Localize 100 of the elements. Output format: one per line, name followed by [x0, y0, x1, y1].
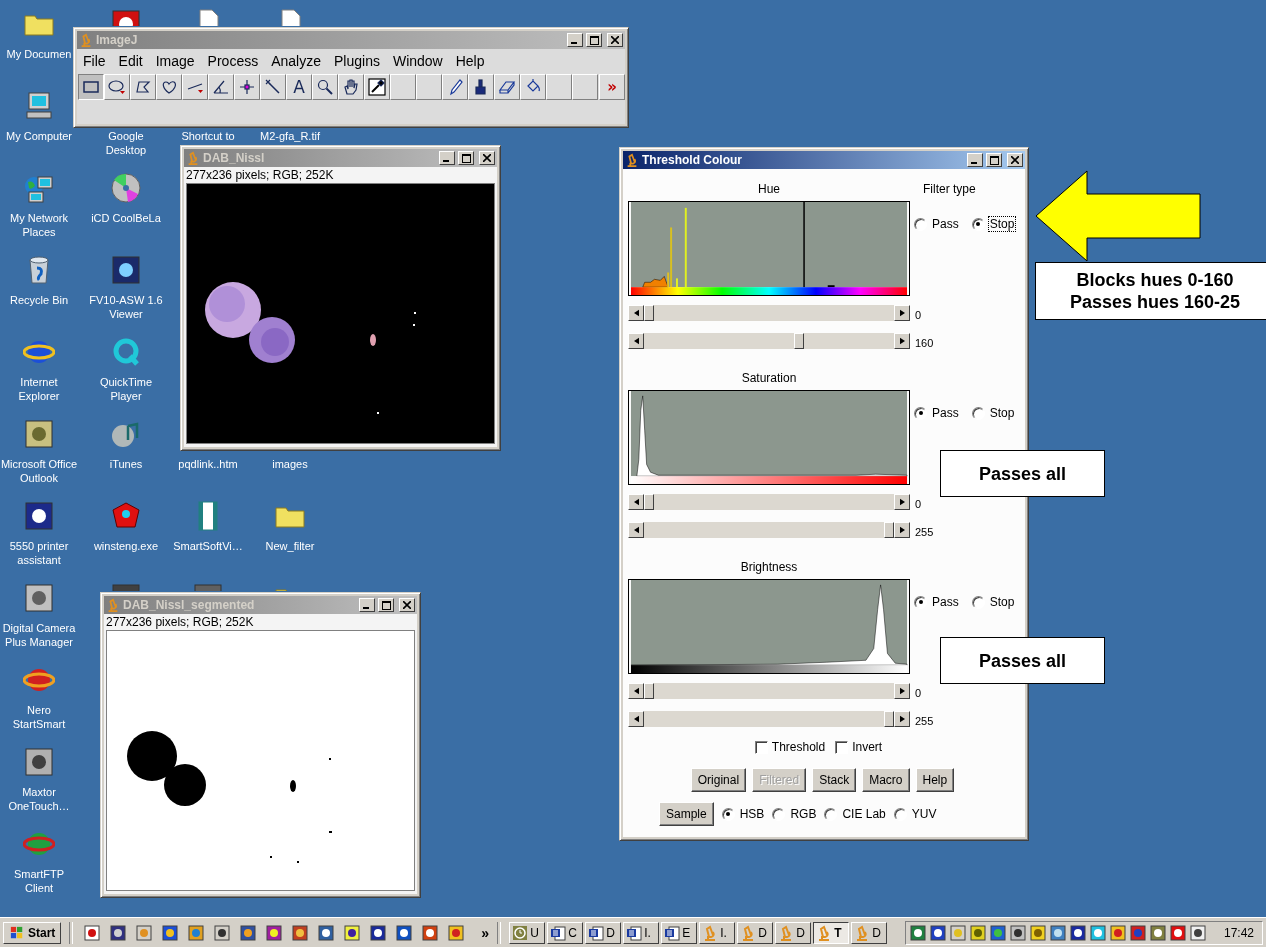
desktop-icon-label[interactable]: iCD CoolBeLa [91, 211, 161, 225]
desktop-icon-label[interactable]: iTunes [109, 457, 143, 471]
menu-item[interactable]: Analyze [271, 53, 321, 69]
menu-item[interactable]: Help [455, 53, 485, 69]
scroll-right-button[interactable] [894, 305, 910, 321]
menu-item[interactable]: Image [155, 53, 195, 69]
desktop-icon-label[interactable]: Internet Explorer [0, 375, 78, 403]
left-arrow-icon [633, 498, 639, 506]
menu-item[interactable]: File [83, 53, 106, 69]
scroll-right-button[interactable] [894, 333, 910, 349]
minimize-button[interactable] [967, 153, 983, 167]
toolbar-button[interactable]: A [286, 74, 312, 100]
desktop-icon-label[interactable]: My Documen [6, 47, 72, 61]
maximize-button[interactable] [586, 33, 602, 47]
toolbar-button[interactable]: » [599, 74, 625, 100]
sample-button[interactable]: Sample [659, 802, 714, 826]
toolbar-button[interactable] [78, 74, 104, 100]
taskbar-button[interactable]: T [813, 921, 850, 944]
radio-label[interactable]: Stop [988, 595, 1016, 609]
more-chevron[interactable]: » [481, 924, 490, 941]
radio-button[interactable] [971, 217, 985, 231]
taskbar-button[interactable]: U [509, 921, 546, 944]
desktop-icon-label[interactable]: My Network Places [0, 211, 78, 239]
desktop-icon-label[interactable]: Digital Camera Plus Manager [0, 621, 78, 649]
radio-label[interactable]: CIE Lab [841, 807, 887, 821]
scroll-left-button[interactable] [628, 305, 644, 321]
disc-icon[interactable] [110, 172, 142, 204]
slider-thumb[interactable] [644, 494, 654, 510]
slider-value: 255 [914, 525, 935, 538]
scroll-left-button[interactable] [628, 494, 644, 510]
taskbar-button[interactable]: D [775, 921, 812, 944]
taskbar-button[interactable]: D [585, 921, 622, 944]
desktop-icon-label[interactable]: Microsoft Office Outlook [0, 457, 78, 485]
scroll-right-button[interactable] [894, 522, 910, 538]
menu-item[interactable]: Plugins [334, 53, 380, 69]
close-button[interactable] [1007, 153, 1023, 167]
desktop-icon-label[interactable]: Nero StartSmart [0, 703, 78, 731]
desktop-icon-label[interactable]: Recycle Bin [9, 293, 69, 307]
action-button[interactable]: Help [915, 768, 955, 792]
radio-label[interactable]: RGB [789, 807, 818, 821]
close-button[interactable] [399, 598, 415, 612]
maximize-button[interactable] [458, 151, 474, 165]
slider-thumb[interactable] [644, 305, 654, 321]
close-button[interactable] [607, 33, 623, 47]
maximize-button[interactable] [378, 598, 394, 612]
radio-label[interactable]: Stop [988, 406, 1016, 420]
desktop-icon-label[interactable]: SmartFTP Client [0, 867, 78, 895]
desktop-icon-label[interactable]: images [272, 457, 308, 471]
start-button[interactable]: Start [3, 921, 62, 944]
taskbar-button[interactable]: D [851, 921, 888, 944]
maximize-icon [461, 153, 471, 163]
taskbar-button[interactable]: C [547, 921, 584, 944]
action-button[interactable]: Stack [812, 768, 857, 792]
taskbar-button[interactable]: D [737, 921, 774, 944]
desktop-icon-label[interactable]: Shortcut to [181, 129, 235, 143]
minimize-button[interactable] [439, 151, 455, 165]
scroll-right-button[interactable] [894, 683, 910, 699]
scroll-left-button[interactable] [628, 711, 644, 727]
scroll-left-button[interactable] [628, 333, 644, 349]
radio-label[interactable]: YUV [910, 807, 938, 821]
slider-thumb[interactable] [644, 683, 654, 699]
minimize-button[interactable] [359, 598, 375, 612]
menu-item[interactable]: Window [392, 53, 443, 69]
taskbar-button[interactable]: I. [623, 921, 660, 944]
computer-icon[interactable] [23, 90, 55, 122]
scroll-left-button[interactable] [628, 683, 644, 699]
checkbox-label[interactable]: Threshold [771, 740, 826, 754]
desktop-icon-label[interactable]: pqdlink..htm [178, 457, 238, 471]
slider-thumb[interactable] [794, 333, 805, 349]
desktop-icon-label[interactable]: My Computer [6, 129, 72, 143]
desktop-icon-label[interactable]: New_filter [265, 539, 315, 553]
radio-label[interactable]: Stop [988, 217, 1016, 231]
radio-label[interactable]: Pass [931, 217, 960, 231]
close-button[interactable] [479, 151, 495, 165]
scroll-right-button[interactable] [894, 711, 910, 727]
desktop-icon-label[interactable]: winsteng.exe [93, 539, 159, 553]
action-button[interactable]: Macro [862, 768, 910, 792]
slider-thumb[interactable] [884, 711, 894, 727]
desktop-icon-label[interactable]: 5550 printer assistant [0, 539, 78, 567]
left-arrow-icon [633, 715, 639, 723]
checkbox-label[interactable]: Invert [852, 740, 883, 754]
desktop-icon-label[interactable]: FV10-ASW 1.6 Viewer [87, 293, 165, 321]
scroll-left-button[interactable] [628, 522, 644, 538]
desktop-icon-label[interactable]: M2-gfa_R.tif [260, 129, 320, 143]
desktop-icon-label[interactable]: Google Desktop [87, 129, 165, 157]
menu-item[interactable]: Process [207, 53, 259, 69]
desktop-icon-label[interactable]: SmartSoftVi… [173, 539, 243, 553]
scroll-right-button[interactable] [894, 494, 910, 510]
radio-label[interactable]: Pass [931, 406, 960, 420]
action-button[interactable]: Original [690, 768, 747, 792]
radio-label[interactable]: Pass [931, 595, 960, 609]
menu-item[interactable]: Edit [118, 53, 143, 69]
taskbar-button[interactable]: E [661, 921, 698, 944]
desktop-icon-label[interactable]: QuickTime Player [87, 375, 165, 403]
radio-label[interactable]: HSB [738, 807, 766, 821]
minimize-button[interactable] [567, 33, 583, 47]
maximize-button[interactable] [986, 153, 1002, 167]
taskbar-button[interactable]: I. [699, 921, 736, 944]
desktop-icon-label[interactable]: Maxtor OneTouch… [0, 785, 78, 813]
slider-thumb[interactable] [884, 522, 894, 538]
